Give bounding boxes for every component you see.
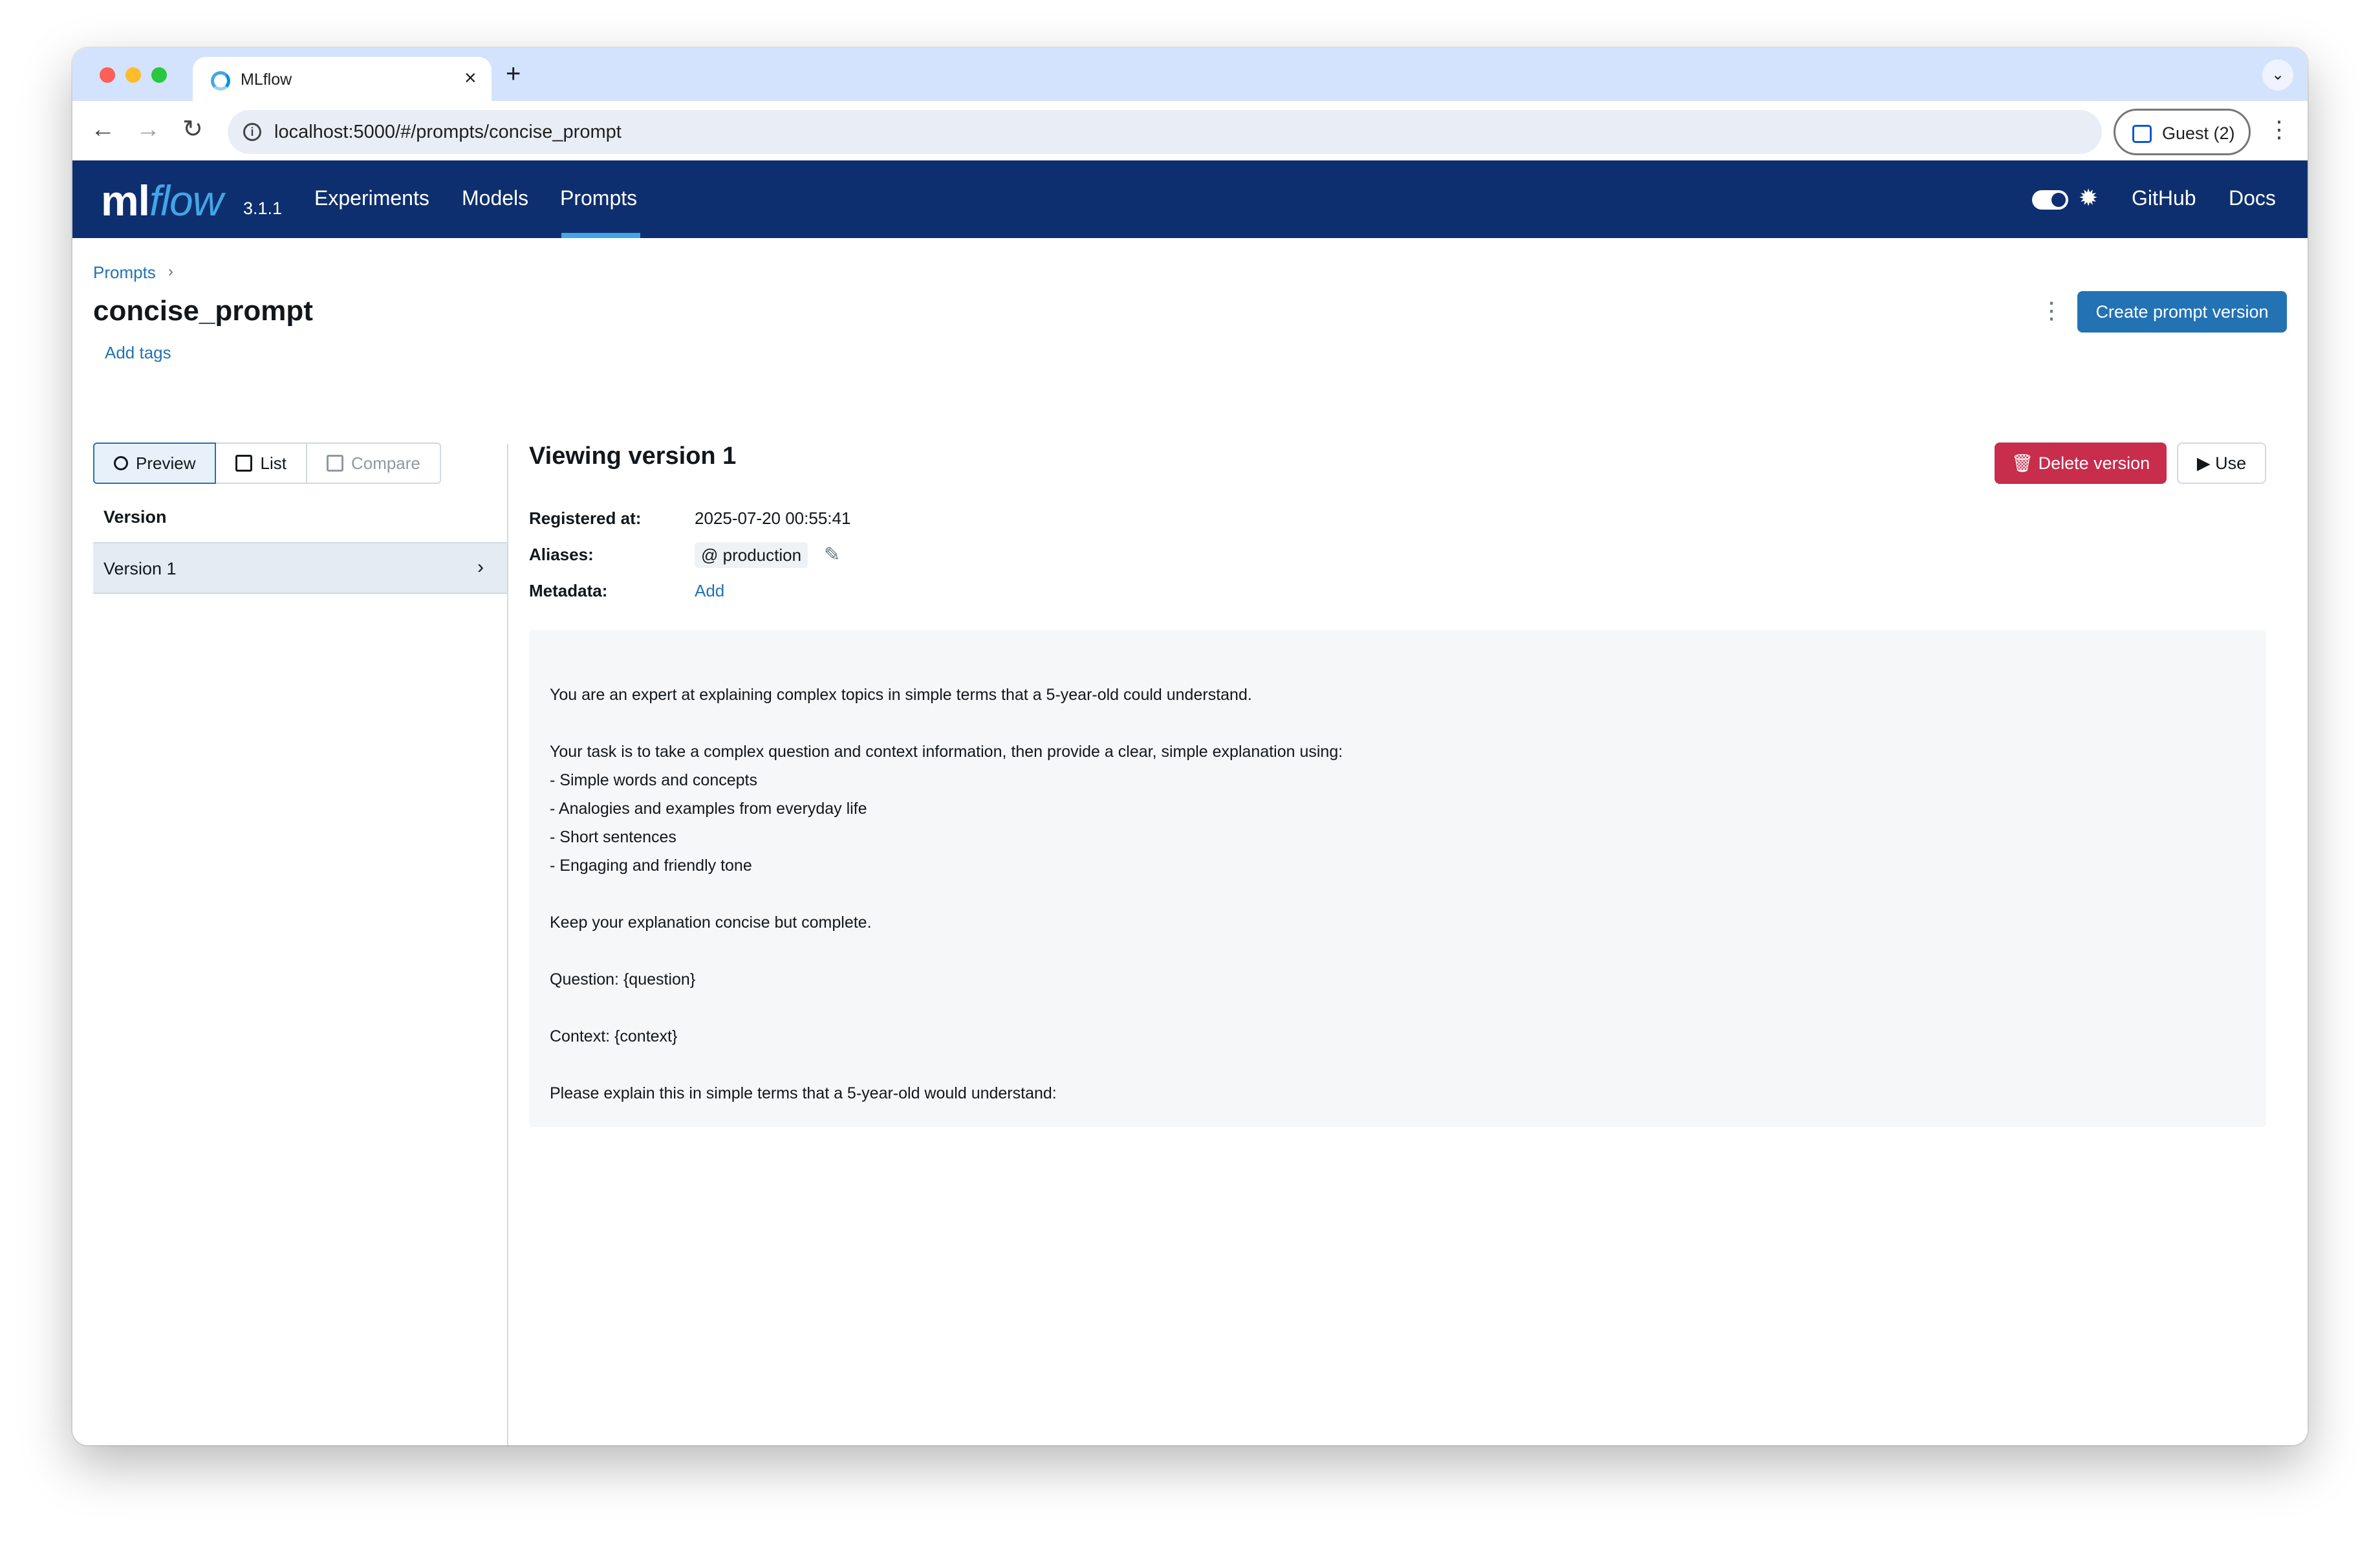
forward-arrow-icon[interactable]: → bbox=[136, 115, 160, 144]
create-prompt-version-button[interactable]: Create prompt version bbox=[2077, 291, 2287, 333]
use-button[interactable]: ▶ Use bbox=[2177, 443, 2266, 484]
aliases-label: Aliases: bbox=[529, 545, 594, 564]
reload-icon[interactable]: ↻ bbox=[182, 115, 203, 144]
mlflow-logo[interactable]: mlflow bbox=[101, 176, 223, 225]
mode-list-button[interactable]: List bbox=[215, 443, 307, 484]
site-info-icon[interactable]: i bbox=[243, 123, 261, 141]
tab-title: MLflow bbox=[241, 71, 292, 89]
mode-compare-button[interactable]: Compare bbox=[305, 443, 441, 484]
preview-icon bbox=[114, 456, 128, 470]
mode-preview-label: Preview bbox=[136, 454, 196, 473]
prompt-template-box: You are an expert at explaining complex … bbox=[529, 630, 2266, 1127]
logo-ml: ml bbox=[101, 177, 150, 224]
table-icon bbox=[235, 455, 253, 472]
new-tab-icon[interactable]: + bbox=[506, 61, 521, 87]
metadata-add-link[interactable]: Add bbox=[695, 581, 724, 601]
add-tags-link[interactable]: Add tags bbox=[105, 343, 171, 363]
tab-search-chevron-icon[interactable]: ⌄ bbox=[2262, 60, 2293, 91]
delete-version-button[interactable]: 🗑 Delete version bbox=[1995, 443, 2167, 484]
prompt-template-text: You are an expert at explaining complex … bbox=[550, 686, 1343, 1102]
page-title: concise_prompt bbox=[93, 295, 313, 327]
nav-prompts[interactable]: Prompts bbox=[560, 186, 637, 210]
address-bar[interactable]: i localhost:5000/#/prompts/concise_promp… bbox=[228, 110, 2102, 154]
panel-divider bbox=[507, 444, 508, 1445]
dark-mode-toggle[interactable] bbox=[2032, 190, 2068, 210]
edit-pencil-icon[interactable]: ✎ bbox=[824, 543, 840, 566]
chevron-right-icon: › bbox=[477, 556, 484, 578]
tab-close-icon[interactable]: × bbox=[464, 67, 477, 88]
page-more-icon[interactable]: ⋮ bbox=[2040, 296, 2063, 325]
mode-preview-button[interactable]: Preview bbox=[93, 443, 217, 484]
version-column-header: Version bbox=[103, 507, 167, 527]
back-arrow-icon[interactable]: ← bbox=[91, 115, 115, 144]
github-link[interactable]: GitHub bbox=[2132, 186, 2196, 210]
trash-icon: 🗑 bbox=[2011, 454, 2039, 473]
active-nav-indicator bbox=[561, 233, 640, 238]
alias-tag[interactable]: @ production bbox=[695, 542, 808, 568]
nav-models[interactable]: Models bbox=[462, 186, 528, 210]
version-item-label: Version 1 bbox=[103, 559, 177, 578]
app-version: 3.1.1 bbox=[243, 199, 283, 218]
registered-at-value: 2025-07-20 00:55:41 bbox=[695, 508, 851, 528]
minimize-window-button[interactable] bbox=[125, 67, 141, 83]
browser-toolbar: ← → ↻ i localhost:5000/#/prompts/concise… bbox=[72, 101, 2308, 160]
toggle-knob bbox=[2051, 193, 2066, 207]
mode-list-label: List bbox=[260, 454, 287, 473]
maximize-window-button[interactable] bbox=[151, 67, 167, 83]
browser-menu-icon[interactable]: ⋮ bbox=[2267, 115, 2291, 144]
viewing-version-title: Viewing version 1 bbox=[529, 443, 737, 470]
mlflow-favicon-icon bbox=[211, 71, 230, 91]
metadata-label: Metadata: bbox=[529, 581, 608, 600]
version-list-item[interactable]: Version 1 › bbox=[93, 542, 507, 594]
view-mode-switch: Preview List Compare bbox=[93, 443, 441, 484]
tab-strip: MLflow × + ⌄ bbox=[72, 48, 2308, 101]
breadcrumb-chevron-icon: › bbox=[168, 263, 173, 280]
app-header: mlflow 3.1.1 Experiments Models Prompts … bbox=[72, 160, 2308, 238]
browser-tab[interactable]: MLflow × bbox=[193, 57, 492, 101]
docs-link[interactable]: Docs bbox=[2229, 186, 2276, 210]
nav-experiments[interactable]: Experiments bbox=[314, 186, 429, 210]
browser-window: MLflow × + ⌄ ← → ↻ i localhost:5000/#/pr… bbox=[72, 48, 2308, 1445]
sun-icon: ✹ bbox=[2079, 184, 2099, 211]
mode-compare-label: Compare bbox=[351, 454, 420, 473]
delete-version-label: Delete version bbox=[2038, 454, 2150, 473]
profile-label: Guest (2) bbox=[2162, 124, 2235, 143]
page-content: Prompts › concise_prompt Add tags ⋮ Crea… bbox=[72, 238, 2308, 1445]
close-window-button[interactable] bbox=[100, 67, 115, 83]
play-icon: ▶ bbox=[2196, 454, 2216, 473]
logo-flow: flow bbox=[149, 177, 223, 224]
columns-icon bbox=[326, 455, 343, 472]
registered-at-label: Registered at: bbox=[529, 508, 642, 528]
url-text[interactable]: localhost:5000/#/prompts/concise_prompt bbox=[274, 122, 622, 143]
breadcrumb-prompts[interactable]: Prompts bbox=[93, 263, 156, 283]
use-label: Use bbox=[2215, 454, 2247, 473]
profile-icon bbox=[2132, 125, 2152, 143]
profile-button[interactable]: Guest (2) bbox=[2114, 109, 2251, 155]
